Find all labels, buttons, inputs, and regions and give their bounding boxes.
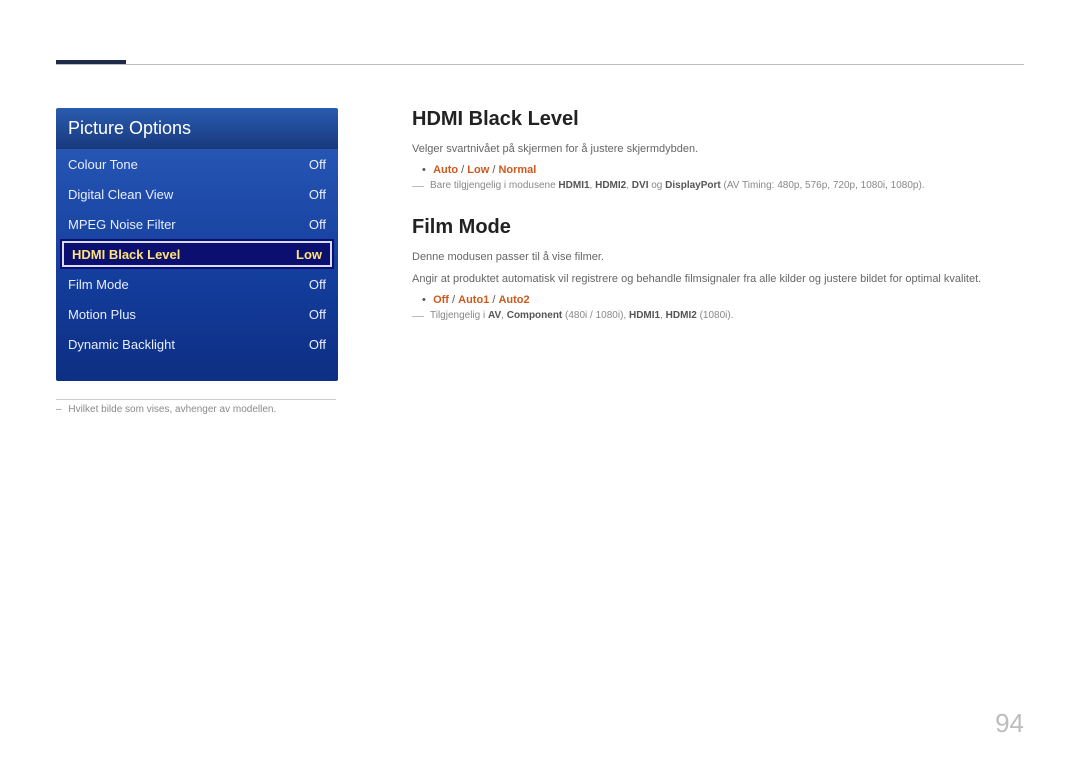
mode-name: HDMI1 xyxy=(629,310,660,321)
menu-item-value: Off xyxy=(309,277,326,292)
heading-hdmi: HDMI Black Level xyxy=(412,108,1024,131)
section-hdmi-black-level: HDMI Black Level Velger svartnivået på s… xyxy=(412,108,1024,194)
header-divider xyxy=(56,64,1024,65)
mode-name: AV xyxy=(488,310,501,321)
right-column: HDMI Black Level Velger svartnivået på s… xyxy=(356,108,1024,415)
mode-name: DisplayPort xyxy=(665,180,721,191)
menu-item-mpeg-noise-filter[interactable]: MPEG Noise Filter Off xyxy=(56,209,338,239)
option-value: Auto1 xyxy=(458,294,489,306)
bullet-icon: • xyxy=(422,164,430,176)
option-value: Low xyxy=(467,164,489,176)
menu-item-label: Film Mode xyxy=(68,277,129,292)
hdmi-availability-note: Bare tilgjengelig i modusene HDMI1, HDMI… xyxy=(412,180,1024,194)
content-row: Picture Options Colour ToneOffDigital Cl… xyxy=(56,108,1024,415)
note-dash: – xyxy=(56,404,62,415)
mode-name: HDMI2 xyxy=(666,310,697,321)
hdmi-desc: Velger svartnivået på skjermen for å jus… xyxy=(412,141,1024,158)
film-options: • Off / Auto1 / Auto2 xyxy=(412,294,1024,306)
hdmi-note-text: Bare tilgjengelig i modusene HDMI1, HDMI… xyxy=(430,180,925,191)
menu-item-label: MPEG Noise Filter xyxy=(68,217,176,232)
note-divider xyxy=(56,399,336,400)
left-column: Picture Options Colour ToneOffDigital Cl… xyxy=(56,108,356,415)
footnote-bar-icon xyxy=(412,186,424,194)
menu-title: Picture Options xyxy=(56,108,338,149)
bullet-icon: • xyxy=(422,294,430,306)
option-value: Auto2 xyxy=(498,294,529,306)
menu-item-label: HDMI Black Level xyxy=(72,247,180,262)
menu-item-value: Off xyxy=(309,337,326,352)
film-note-text: Tilgjengelig i AV, Component (480i / 108… xyxy=(430,310,733,321)
menu-item-label: Digital Clean View xyxy=(68,187,173,202)
menu-item-value: Low xyxy=(296,247,322,262)
option-value: Auto xyxy=(433,164,458,176)
manual-page: Picture Options Colour ToneOffDigital Cl… xyxy=(0,0,1080,763)
mode-name: HDMI1 xyxy=(558,180,589,191)
mode-name: Component xyxy=(507,310,563,321)
menu-item-label: Motion Plus xyxy=(68,307,136,322)
mode-name: HDMI2 xyxy=(595,180,626,191)
footnote-bar-icon xyxy=(412,316,424,324)
menu-spacer xyxy=(56,359,338,381)
section-film-mode: Film Mode Denne modusen passer til å vis… xyxy=(412,216,1024,324)
menu-item-motion-plus[interactable]: Motion Plus Off xyxy=(56,299,338,329)
menu-item-value: Off xyxy=(309,217,326,232)
option-value: Normal xyxy=(498,164,536,176)
film-availability-note: Tilgjengelig i AV, Component (480i / 108… xyxy=(412,310,1024,324)
note-text: Hvilket bilde som vises, avhenger av mod… xyxy=(68,404,276,415)
menu-item-dynamic-backlight[interactable]: Dynamic Backlight Off xyxy=(56,329,338,359)
menu-item-value: Off xyxy=(309,157,326,172)
film-desc1: Denne modusen passer til å vise filmer. xyxy=(412,249,1024,266)
heading-film: Film Mode xyxy=(412,216,1024,239)
model-note: – Hvilket bilde som vises, avhenger av m… xyxy=(56,404,356,415)
menu-item-film-mode[interactable]: Film Mode Off xyxy=(56,269,338,299)
page-number: 94 xyxy=(995,708,1024,739)
menu-item-label: Dynamic Backlight xyxy=(68,337,175,352)
hdmi-options: • Auto / Low / Normal xyxy=(412,164,1024,176)
film-desc2: Angir at produktet automatisk vil regist… xyxy=(412,271,1024,288)
picture-options-menu: Picture Options Colour ToneOffDigital Cl… xyxy=(56,108,338,381)
menu-item-value: Off xyxy=(309,307,326,322)
menu-item-label: Colour Tone xyxy=(68,157,138,172)
menu-item-digital-clean-view[interactable]: Digital Clean View Off xyxy=(56,179,338,209)
menu-item-colour-tone[interactable]: Colour Tone Off xyxy=(56,149,338,179)
menu-item-hdmi-black-level[interactable]: HDMI Black Level Low xyxy=(60,239,334,269)
mode-name: DVI xyxy=(632,180,649,191)
menu-body: Colour ToneOffDigital Clean ViewOffMPEG … xyxy=(56,149,338,381)
menu-item-value: Off xyxy=(309,187,326,202)
option-value: Off xyxy=(433,294,449,306)
